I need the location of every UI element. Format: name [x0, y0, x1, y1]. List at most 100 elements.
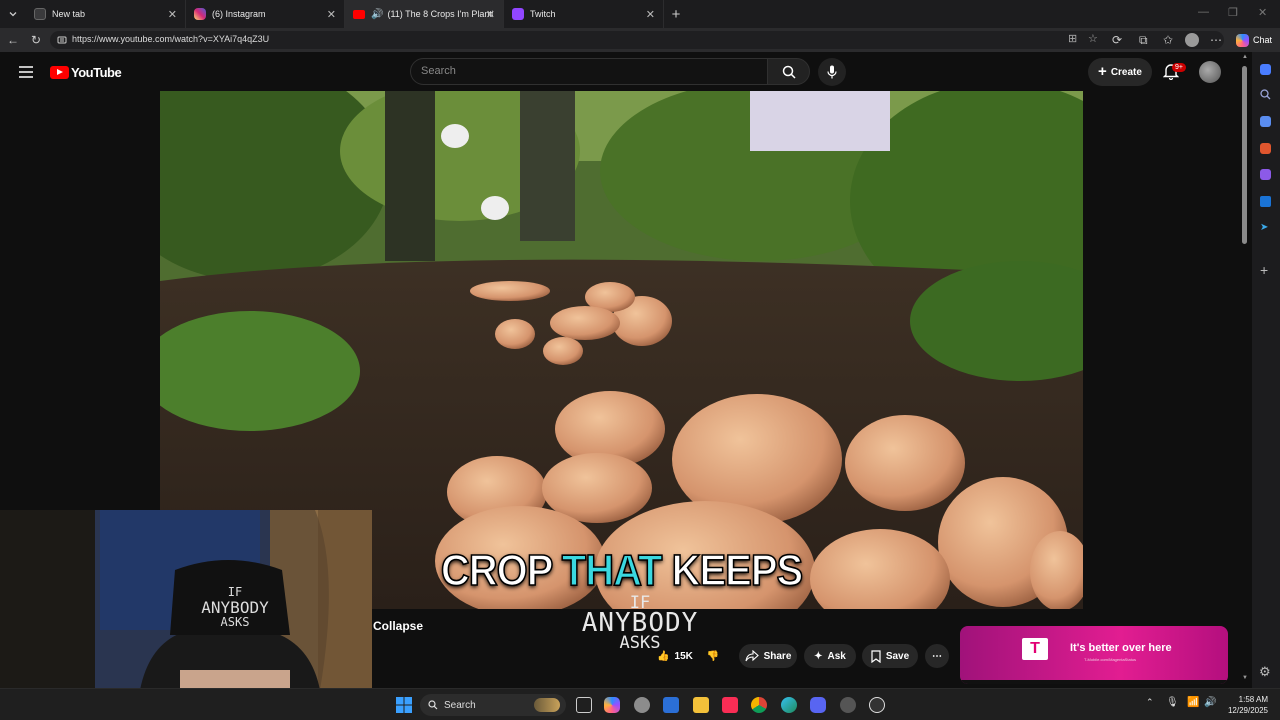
collapse-button[interactable]: Collapse	[373, 619, 423, 633]
scroll-up-arrow-icon[interactable]: ▲	[1242, 54, 1248, 60]
games-icon[interactable]	[1260, 169, 1271, 180]
microphone-icon	[827, 65, 837, 79]
task-view-icon[interactable]	[576, 697, 592, 713]
instagram-icon	[194, 8, 206, 20]
share-label: Share	[763, 650, 792, 662]
ask-label: Ask	[827, 650, 846, 662]
save-button[interactable]: Save	[862, 644, 918, 668]
browser-sidebar: ➤ + ⚙	[1252, 52, 1280, 688]
search-icon	[428, 700, 438, 710]
close-icon[interactable]: ✕	[327, 8, 336, 21]
telegram-icon[interactable]: ➤	[1260, 222, 1268, 233]
dislike-button[interactable]: 👎	[700, 644, 726, 668]
like-button[interactable]: 👍 15K	[650, 644, 700, 668]
caption-highlight: THAT	[561, 546, 663, 595]
split-screen-icon[interactable]: ⧉	[1139, 33, 1148, 47]
microphone-icon[interactable]: 🎙	[1166, 697, 1179, 708]
anybody-asks-overlay: IF ANYBODY ASKS	[560, 593, 720, 653]
scrollbar-thumb[interactable]	[1242, 66, 1247, 244]
share-icon	[745, 650, 759, 662]
collections-icon[interactable]	[1260, 116, 1271, 127]
voice-search-button[interactable]	[818, 58, 846, 86]
tab-youtube-video[interactable]: 🔊 (11) The 8 Crops I'm Planting ✕	[345, 0, 504, 28]
wifi-icon[interactable]: 📶	[1187, 697, 1199, 708]
outlook-icon[interactable]	[1260, 196, 1271, 207]
favorite-star-icon[interactable]: ☆	[1088, 32, 1098, 46]
clock-date: 12/29/2025	[1227, 706, 1268, 715]
extensions-icon[interactable]: ⟳	[1112, 33, 1122, 47]
search-icon[interactable]	[1260, 89, 1271, 100]
restore-icon[interactable]: ❐	[1228, 6, 1238, 19]
tab-twitch[interactable]: Twitch ✕	[504, 0, 664, 28]
add-sidebar-app-icon[interactable]: +	[1260, 262, 1268, 278]
shirt-text-line: ASKS	[220, 615, 250, 629]
search-input[interactable]	[421, 65, 751, 77]
settings-app-icon[interactable]	[634, 697, 650, 713]
tab-label: New tab	[52, 9, 86, 19]
ad-subline: T-Mobile.com/MagentaStatus	[1084, 657, 1137, 662]
volume-icon[interactable]: 🔊	[1204, 697, 1216, 708]
reader-view-icon[interactable]: ⊞	[1068, 32, 1077, 46]
more-menu-icon[interactable]: ⋯	[1210, 33, 1222, 47]
search-highlight-icon	[534, 698, 560, 712]
speaker-icon[interactable]: 🔊	[371, 9, 383, 20]
youtube-logo[interactable]: YouTube	[50, 65, 122, 80]
tmobile-ad-card[interactable]: T It's better over here T-Mobile.com/Mag…	[960, 626, 1228, 684]
media-player-icon[interactable]	[869, 697, 885, 713]
music-app-icon[interactable]	[722, 697, 738, 713]
file-explorer-icon[interactable]	[693, 697, 709, 713]
streamer-webcam-overlay: IF ANYBODY ASKS	[0, 510, 372, 690]
show-hidden-icons-icon[interactable]: ⌃	[1146, 697, 1154, 708]
url-text: https://www.youtube.com/watch?v=XYAi7q4q…	[72, 34, 270, 44]
close-icon[interactable]: ✕	[486, 8, 495, 21]
search-button[interactable]	[767, 58, 810, 85]
tab-label: (11) The 8 Crops I'm Planting	[387, 9, 494, 19]
steam-icon[interactable]	[840, 697, 856, 713]
share-button[interactable]: Share	[739, 644, 797, 668]
close-icon[interactable]: ✕	[168, 8, 177, 21]
discord-icon[interactable]	[810, 697, 826, 713]
shirt-text-line: ANYBODY	[201, 598, 269, 617]
new-tab-button[interactable]: +	[664, 6, 688, 23]
site-info-icon[interactable]	[57, 35, 67, 45]
save-label: Save	[885, 650, 910, 662]
windows-start-icon[interactable]	[396, 697, 412, 713]
edge-icon[interactable]	[781, 697, 797, 713]
minimize-icon[interactable]: —	[1198, 6, 1209, 18]
tab-menu-button[interactable]	[0, 0, 26, 28]
like-count: 15K	[674, 650, 693, 662]
tab-label: Twitch	[530, 9, 556, 19]
scroll-down-arrow-icon[interactable]: ▼	[1242, 675, 1248, 681]
settings-gear-icon[interactable]: ⚙	[1259, 664, 1271, 680]
more-actions-button[interactable]: ⋯	[925, 644, 949, 668]
address-bar[interactable]: https://www.youtube.com/watch?v=XYAi7q4q…	[50, 31, 1224, 49]
hamburger-menu-icon[interactable]	[19, 66, 33, 78]
clock-time: 1:58 AM	[1238, 695, 1268, 704]
shirt-text: IF ANYBODY ASKS	[190, 585, 280, 630]
close-icon[interactable]: ✕	[646, 8, 655, 21]
refresh-icon[interactable]: ↻	[31, 33, 41, 47]
copilot-chat-button[interactable]: Chat	[1230, 31, 1278, 49]
chrome-icon[interactable]	[751, 697, 767, 713]
account-avatar[interactable]	[1199, 61, 1221, 83]
back-icon[interactable]: ←	[7, 33, 19, 47]
taskbar-search[interactable]: Search	[420, 694, 566, 716]
copilot-sidebar-icon[interactable]	[1260, 64, 1271, 75]
search-icon	[782, 65, 796, 79]
shopping-icon[interactable]	[1260, 143, 1271, 154]
create-button[interactable]: + Create	[1088, 58, 1152, 86]
close-window-icon[interactable]: ✕	[1258, 6, 1267, 19]
windows-taskbar: Search ⌃ 🎙 📶 🔊 1:58 AM 12/29/2025	[0, 688, 1280, 720]
profile-icon[interactable]	[1185, 33, 1199, 47]
tab-new-tab[interactable]: New tab ✕	[26, 0, 186, 28]
plus-icon: +	[1098, 63, 1107, 80]
taskbar-search-label: Search	[444, 699, 476, 711]
favorites-icon[interactable]: ✩	[1163, 33, 1173, 47]
system-clock[interactable]: 1:58 AM 12/29/2025	[1222, 694, 1268, 716]
tmobile-logo: T	[1022, 638, 1048, 660]
ad-info-row	[960, 680, 1228, 684]
tab-instagram[interactable]: (6) Instagram ✕	[186, 0, 345, 28]
microsoft-store-icon[interactable]	[663, 697, 679, 713]
ask-button[interactable]: ✦ Ask	[804, 644, 856, 668]
copilot-app-icon[interactable]	[604, 697, 620, 713]
